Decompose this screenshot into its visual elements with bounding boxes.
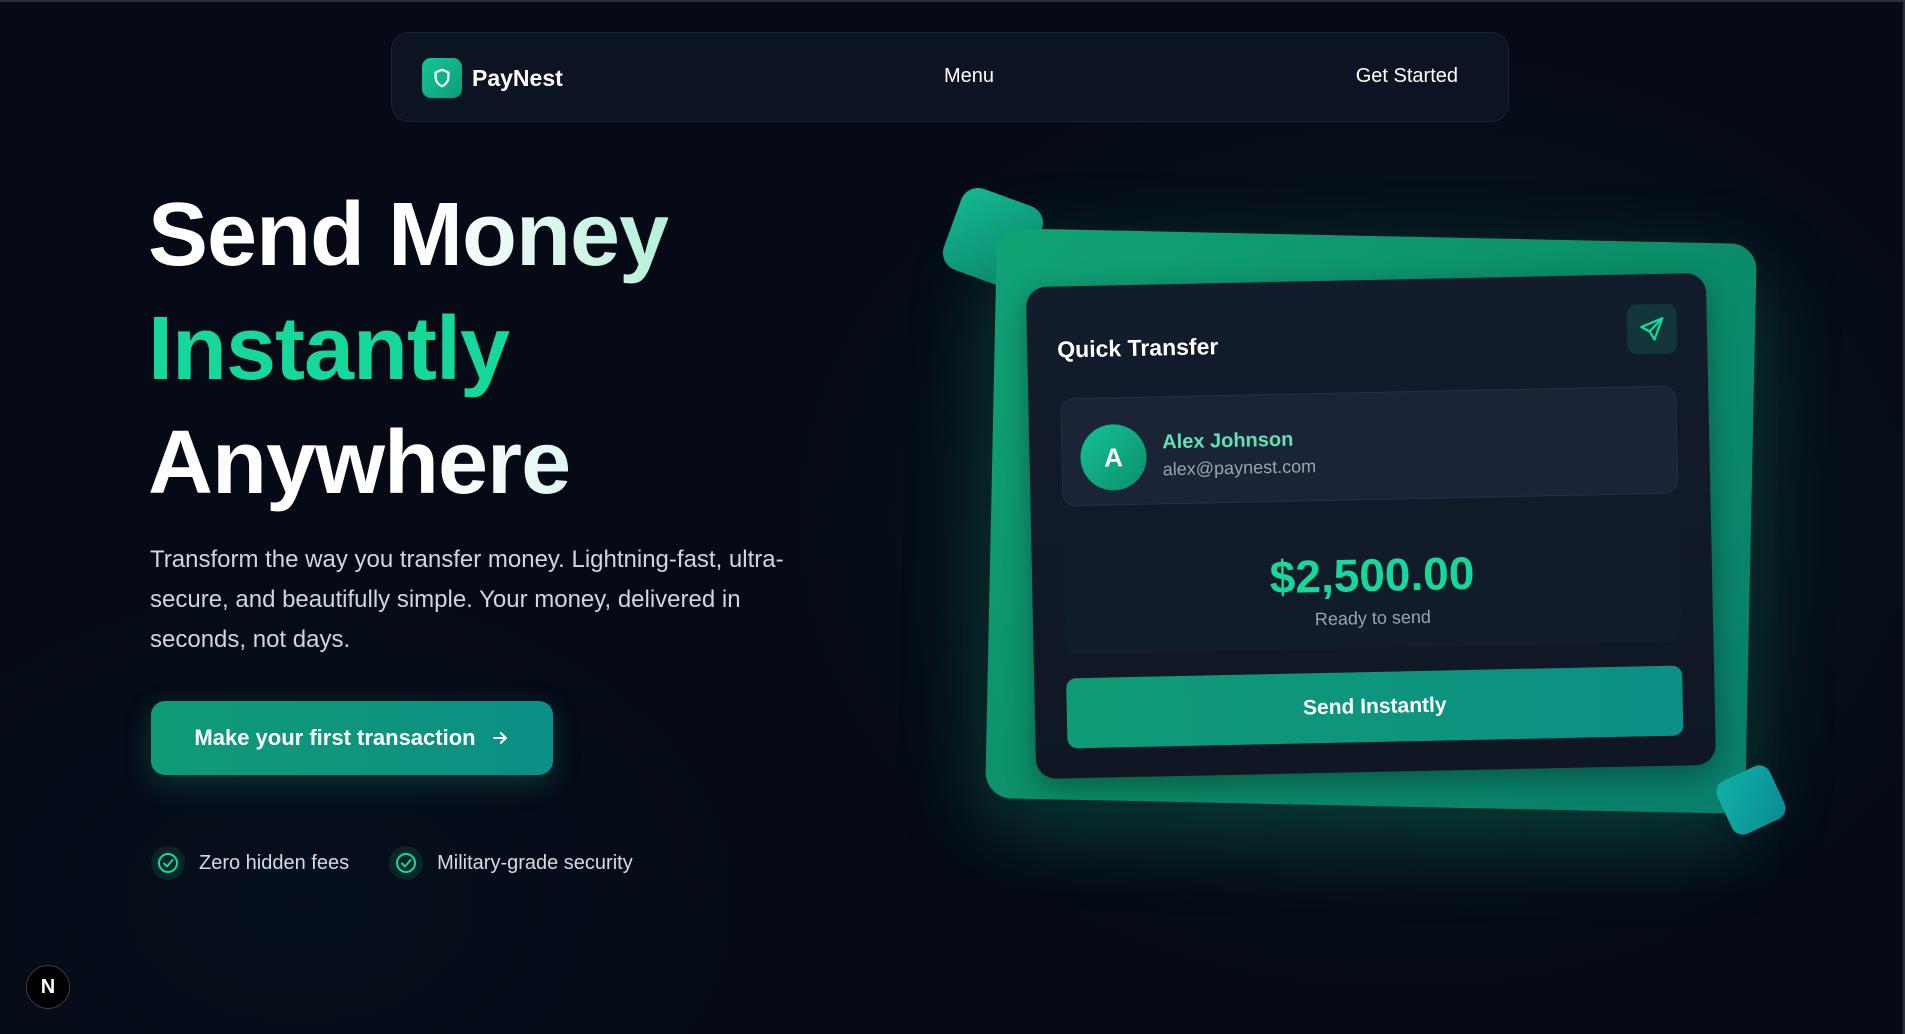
amount-caption: Ready to send [1314,606,1432,630]
feature-list: Zero hidden fees Military-grade security [151,846,673,880]
hero-title-line-3: Anywhere [148,406,668,520]
hero-title-line-1: Send Money [148,178,669,292]
arrow-right-icon [490,728,510,748]
feature-label: Zero hidden fees [199,851,350,874]
feature-item: Military-grade security [389,846,633,880]
hero-description: Transform the way you transfer money. Li… [150,546,784,653]
first-transaction-label: Make your first transaction [194,725,476,750]
dev-tools-badge[interactable]: N [26,965,70,1009]
page: PayNest Menu Get Started Send Money Inst… [0,0,1905,1034]
brand-logo[interactable]: PayNest [422,58,563,98]
quick-transfer-title: Quick Transfer [1056,333,1219,363]
feature-item: Zero hidden fees [151,846,349,880]
recipient-row[interactable]: A Alex Johnson alex@paynest.com [1060,385,1679,507]
menu-link[interactable]: Menu [944,65,994,88]
shield-icon [422,58,462,98]
get-started-link[interactable]: Get Started [1356,65,1458,88]
amount-display: $2,500.00 Ready to send [1062,501,1682,655]
hero-title: Send Money Instantly Anywhere [148,178,669,520]
brand-name: PayNest [472,64,563,91]
recipient-name: Alex Johnson [1161,428,1294,454]
paper-plane-icon[interactable] [1626,303,1678,355]
send-instantly-button[interactable]: Send Instantly [1066,665,1684,749]
hero-title-line-2: Instantly [148,299,510,399]
amount-value: $2,500.00 [1269,546,1475,604]
quick-transfer-card: Quick Transfer A Alex Johnson alex@payne… [1025,272,1717,780]
check-circle-icon [389,846,424,880]
avatar: A [1079,423,1148,492]
first-transaction-button[interactable]: Make your first transaction [151,701,553,775]
feature-label: Military-grade security [437,851,633,874]
navbar: PayNest Menu Get Started [391,32,1509,122]
top-border [0,0,1905,2]
recipient-email: alex@paynest.com [1162,456,1317,480]
check-circle-icon [151,846,185,880]
